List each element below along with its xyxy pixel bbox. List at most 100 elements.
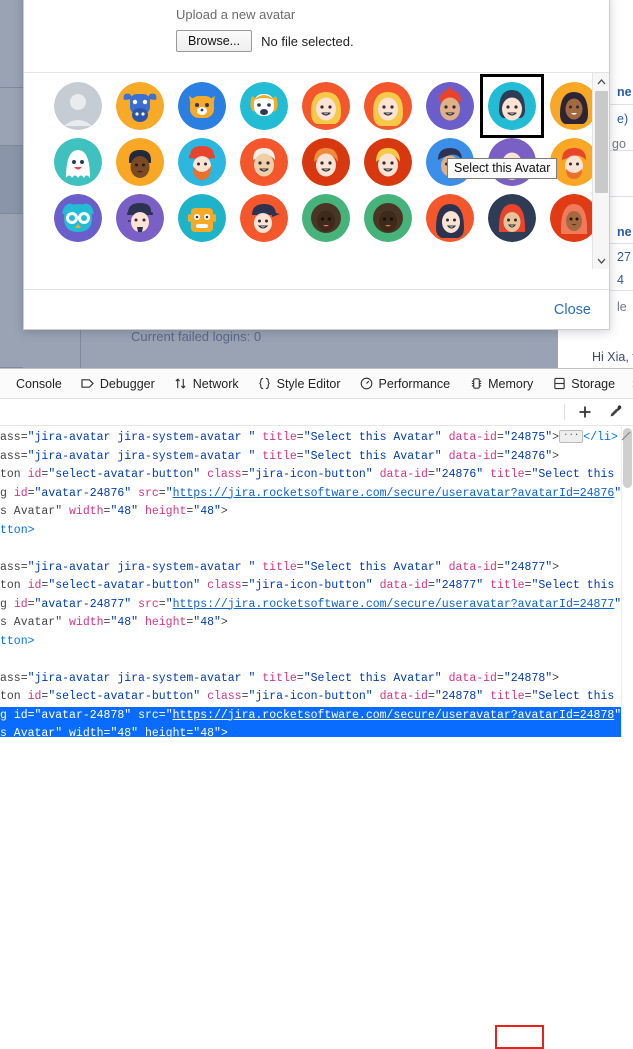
avatar-image xyxy=(54,82,102,130)
markup-line[interactable]: ton id="select-avatar-button" class="jir… xyxy=(0,466,633,485)
upload-label: Upload a new avatar xyxy=(176,7,609,22)
markup-line[interactable]: s Avatar" width="48" height="48"> xyxy=(0,725,633,737)
code-token: "Select this Avatar" xyxy=(304,431,442,444)
tab-network[interactable]: Network xyxy=(166,373,247,395)
man-ginger-avatar[interactable] xyxy=(302,138,350,186)
code-token: "jira-avatar jira-system-avatar " xyxy=(28,450,256,463)
afro-woman-avatar[interactable] xyxy=(302,194,350,242)
markup-line[interactable]: ass="jira-avatar jira-system-avatar " ti… xyxy=(0,670,633,689)
code-token: "Select this Avatar" xyxy=(304,561,442,574)
code-token: = xyxy=(28,709,35,722)
code-token: id xyxy=(28,690,42,703)
tab-debugger[interactable]: Debugger xyxy=(73,373,163,395)
avatar-scrollbar[interactable] xyxy=(592,73,609,269)
woman-redhood-avatar[interactable] xyxy=(488,194,536,242)
avatar-image xyxy=(488,82,536,130)
markup-line[interactable]: s Avatar" width="48" height="48"> xyxy=(0,503,633,522)
man-dark-avatar[interactable] xyxy=(116,138,164,186)
beard-redhat-avatar[interactable] xyxy=(178,138,226,186)
markup-line[interactable]: tton> xyxy=(0,522,633,541)
code-token: class xyxy=(207,579,242,592)
code-token: data-id xyxy=(449,450,497,463)
chevron-up-icon[interactable] xyxy=(593,73,609,90)
ghost-avatar[interactable] xyxy=(54,138,102,186)
man-whitehair-avatar[interactable] xyxy=(240,138,288,186)
code-token: "24876" xyxy=(504,450,552,463)
markup-line[interactable]: ass="jira-avatar jira-system-avatar " ti… xyxy=(0,559,633,578)
devtools-vertical-scrollbar[interactable] xyxy=(621,426,633,737)
code-token xyxy=(138,616,145,629)
woman-dark-avatar[interactable] xyxy=(550,82,598,130)
tab-memory[interactable]: Memory xyxy=(461,373,541,395)
markup-line[interactable]: s Avatar" width="48" height="48"> xyxy=(0,614,633,633)
boy-cap-avatar[interactable] xyxy=(240,194,288,242)
markup-line[interactable]: tton> xyxy=(0,633,633,652)
tab-storage[interactable]: Storage xyxy=(544,373,623,395)
no-file-selected-text: No file selected. xyxy=(261,34,354,49)
code-token: </li> xyxy=(583,431,618,444)
code-token: g xyxy=(0,598,14,611)
background-content-strip xyxy=(23,330,633,368)
plus-icon[interactable] xyxy=(575,402,595,422)
boy-ginger-avatar[interactable] xyxy=(364,138,412,186)
tab-label: Performance xyxy=(379,377,451,391)
code-token: id xyxy=(28,579,42,592)
markup-line[interactable]: g id="avatar-24878" src="https://jira.ro… xyxy=(0,707,633,726)
code-token: height xyxy=(145,727,186,737)
default-avatar[interactable] xyxy=(54,82,102,130)
tab-console[interactable]: Console xyxy=(8,373,70,395)
avatar-image xyxy=(240,82,288,130)
boy-redcap-avatar[interactable] xyxy=(426,82,474,130)
markup-line[interactable]: ton id="select-avatar-button" class="jir… xyxy=(0,688,633,707)
woman-darkhair-avatar[interactable] xyxy=(426,194,474,242)
code-token: > xyxy=(552,431,559,444)
bull-avatar[interactable] xyxy=(116,82,164,130)
markup-line[interactable] xyxy=(0,540,633,559)
markup-line[interactable]: ass="jira-avatar jira-system-avatar " ti… xyxy=(0,429,633,448)
beret-man-avatar[interactable] xyxy=(116,194,164,242)
code-token: "Select this Avatar" xyxy=(304,450,442,463)
code-token xyxy=(373,468,380,481)
background-left-rail xyxy=(0,0,23,368)
code-token: g xyxy=(0,709,14,722)
code-token: class xyxy=(207,468,242,481)
code-token: id xyxy=(28,468,42,481)
code-token: title xyxy=(490,579,525,592)
avatar-image xyxy=(240,138,288,186)
girl-blonde-avatar[interactable] xyxy=(302,82,350,130)
tab-label: Console xyxy=(16,377,62,391)
devtools-resize-handle[interactable] xyxy=(621,430,631,440)
woman-hijab-avatar[interactable] xyxy=(550,194,598,242)
markup-line[interactable] xyxy=(0,651,633,670)
avatar-scroll-thumb[interactable] xyxy=(595,91,608,193)
chevrons-right-icon[interactable]: » xyxy=(626,375,633,392)
markup-line[interactable]: g id="avatar-24877" src="https://jira.ro… xyxy=(0,596,633,615)
code-token: "24878" xyxy=(435,690,483,703)
tab-performance[interactable]: Performance xyxy=(352,373,459,395)
woman-blonde-avatar[interactable] xyxy=(364,82,412,130)
markup-line[interactable]: ass="jira-avatar jira-system-avatar " ti… xyxy=(0,448,633,467)
dog-avatar[interactable] xyxy=(240,82,288,130)
markup-line[interactable]: g id="avatar-24876" src="https://jira.ro… xyxy=(0,485,633,504)
code-token: = xyxy=(497,561,504,574)
robot-avatar[interactable] xyxy=(178,194,226,242)
selected-boy-avatar[interactable] xyxy=(488,82,536,130)
owl-avatar[interactable] xyxy=(54,194,102,242)
close-button[interactable]: Close xyxy=(554,302,591,318)
devtools-markup-view[interactable]: ass="jira-avatar jira-system-avatar " ti… xyxy=(0,426,633,737)
tab-style-editor[interactable]: Style Editor xyxy=(250,373,349,395)
eyedropper-icon[interactable] xyxy=(605,402,625,422)
chevron-down-icon[interactable] xyxy=(593,252,609,269)
browse-button[interactable]: Browse... xyxy=(176,30,252,52)
code-token: "avatar-24876" xyxy=(35,487,132,500)
cat-avatar[interactable] xyxy=(178,82,226,130)
code-token: "select-avatar-button" xyxy=(48,468,200,481)
avatar-image xyxy=(54,138,102,186)
afro-woman-2-avatar[interactable] xyxy=(364,194,412,242)
code-token: tton> xyxy=(0,635,35,648)
markup-line[interactable]: ton id="select-avatar-button" class="jir… xyxy=(0,577,633,596)
code-token: "24875" xyxy=(504,431,552,444)
code-token: = xyxy=(497,431,504,444)
file-input-row[interactable]: Browse... No file selected. xyxy=(176,30,609,52)
expand-ellipsis-icon[interactable]: ··· xyxy=(559,430,583,443)
